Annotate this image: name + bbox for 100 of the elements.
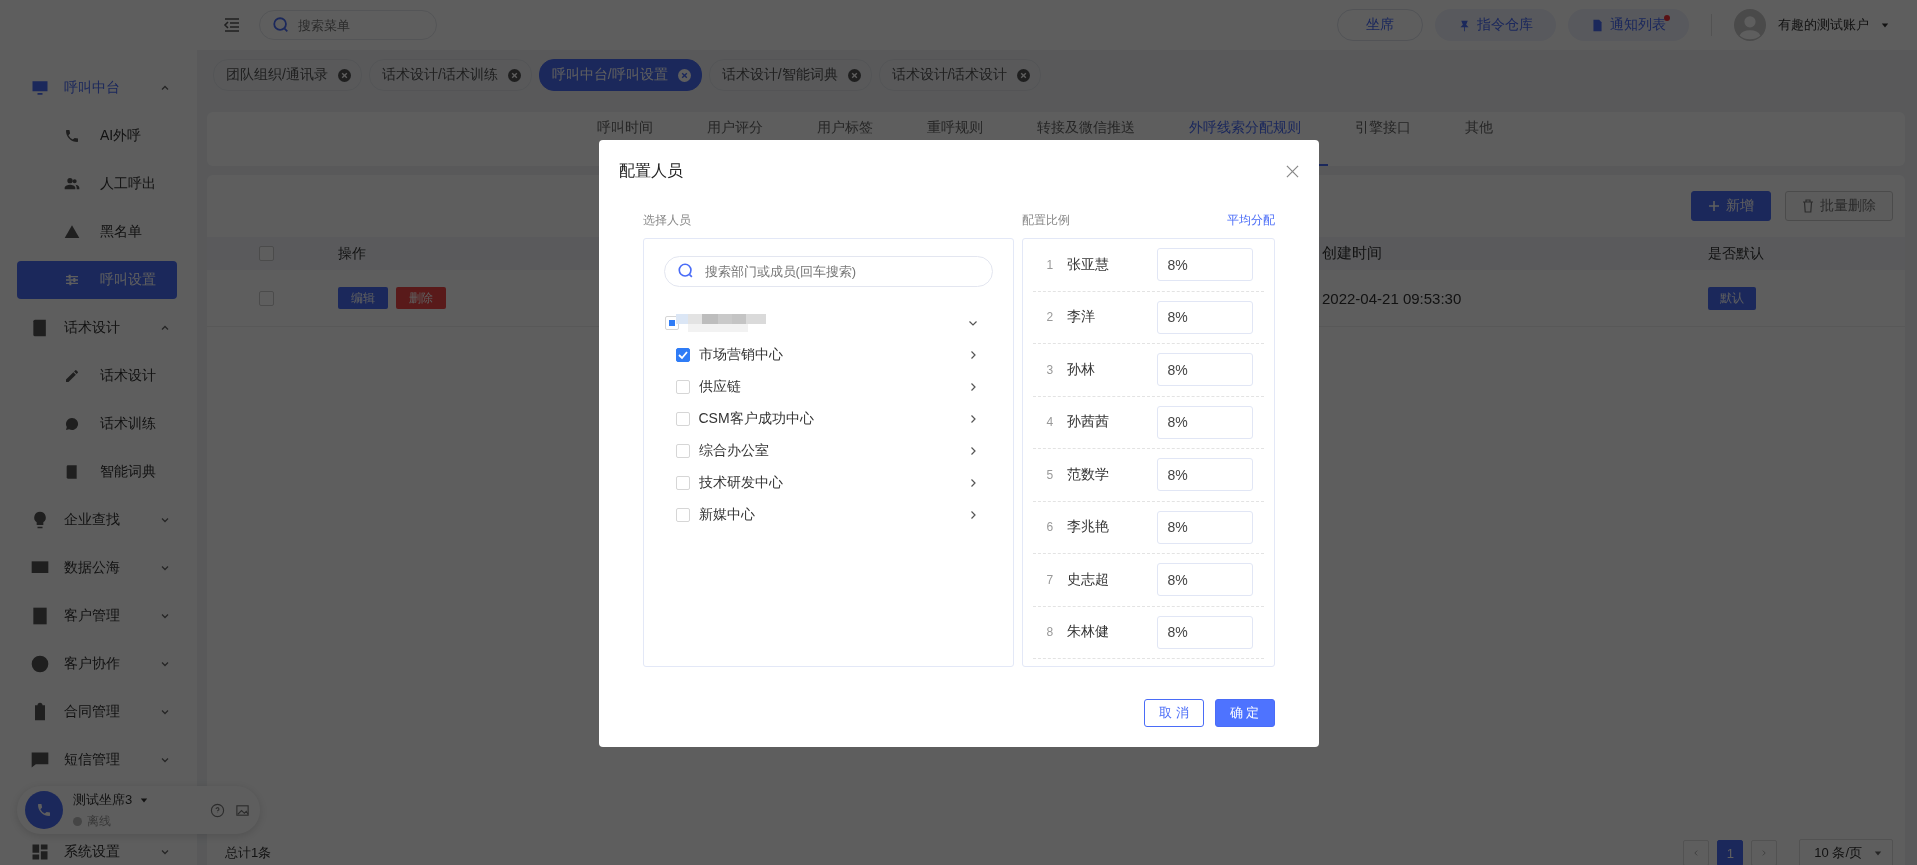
next-page-button[interactable]: [1751, 840, 1778, 865]
row-number: 3: [1045, 362, 1055, 377]
cancel-button[interactable]: 取 消: [1144, 699, 1204, 727]
close-icon[interactable]: [677, 68, 691, 82]
page-button[interactable]: 1: [1717, 840, 1744, 865]
sliders-icon: [64, 272, 80, 288]
close-icon[interactable]: [847, 68, 861, 82]
seat-name[interactable]: 测试坐席3: [73, 790, 133, 809]
member-name: 孙林: [1065, 360, 1096, 379]
ratio-input[interactable]: 8%: [1156, 248, 1253, 282]
caret-icon: [1881, 21, 1889, 29]
member-name: 范数学: [1065, 465, 1110, 484]
row-number: 1: [1045, 257, 1055, 272]
phone-button[interactable]: [25, 791, 63, 829]
warning-icon: [64, 224, 80, 240]
confirm-button[interactable]: 确 定: [1214, 699, 1275, 727]
table-cell-text: 2022-04-21 09:53:30: [1322, 289, 1463, 307]
row-number: 6: [1045, 520, 1055, 535]
department-name[interactable]: CSM客户成功中心: [698, 410, 958, 428]
page-tag[interactable]: 话术设计/话术设计: [878, 59, 1042, 91]
sidebar-item[interactable]: 人工呼出: [17, 160, 177, 208]
member-name: 孙茜茜: [1065, 413, 1110, 432]
chevron-right-icon: [1760, 849, 1769, 857]
row-number: 2: [1045, 310, 1055, 325]
book-icon: [64, 464, 80, 480]
monitor-icon: [30, 78, 50, 98]
plus-icon: [1708, 200, 1720, 212]
page-size-select[interactable]: 10 条/页: [1799, 839, 1893, 865]
sidebar-item[interactable]: 客户协作: [0, 640, 197, 688]
ratio-input[interactable]: 8%: [1156, 563, 1253, 597]
department-name[interactable]: 供应链: [698, 378, 958, 396]
grid-icon: [30, 842, 50, 862]
image-icon[interactable]: [235, 802, 250, 818]
caret-icon: [1874, 849, 1882, 857]
row-number: 5: [1045, 467, 1055, 482]
search-icon: [676, 262, 695, 280]
department-name[interactable]: 新媒中心: [698, 506, 958, 524]
user-name[interactable]: 有趣的测试账户: [1778, 16, 1869, 34]
ratio-input[interactable]: 8%: [1156, 353, 1253, 387]
ratio-input[interactable]: 8%: [1156, 615, 1253, 649]
header-button[interactable]: 指令仓库: [1435, 9, 1556, 41]
section-label: 选择人员: [642, 211, 691, 229]
row-number: 8: [1045, 625, 1055, 640]
chat-icon: [64, 416, 80, 432]
phone-icon: [36, 802, 52, 818]
sidebar-item[interactable]: AI外呼: [17, 112, 177, 160]
add-button[interactable]: 新增: [1691, 191, 1771, 221]
ratio-input[interactable]: 8%: [1156, 300, 1253, 334]
row-number: 4: [1045, 415, 1055, 430]
menu-icon[interactable]: [223, 17, 241, 33]
average-link[interactable]: 平均分配: [1226, 211, 1275, 229]
previous-page-button[interactable]: [1683, 840, 1710, 865]
sidebar-item[interactable]: 合同管理: [0, 688, 197, 736]
sidebar-item[interactable]: 话术训练: [17, 400, 177, 448]
department-name[interactable]: 市场营销中心: [698, 346, 958, 364]
check-icon: [676, 349, 689, 361]
column-header: 创建时间: [1322, 244, 1383, 263]
default-badge: 默认: [1708, 286, 1756, 310]
sidebar-item[interactable]: 客户管理: [0, 592, 197, 640]
phone-icon: [64, 128, 80, 144]
sidebar-item[interactable]: 话术设计: [17, 352, 177, 400]
dialog-title: 配置人员: [618, 160, 683, 181]
department-name[interactable]: 综合办公室: [698, 442, 958, 460]
sidebar-item[interactable]: 企业查找: [0, 496, 197, 544]
ratio-input[interactable]: 8%: [1156, 405, 1253, 439]
tree-checkbox[interactable]: [675, 348, 690, 362]
sidebar-item[interactable]: 数据公海: [0, 544, 197, 592]
close-icon[interactable]: [1017, 68, 1031, 82]
sidebar-item[interactable]: 智能词典: [17, 448, 177, 496]
member-search-field[interactable]: 搜索部门或成员(回车搜索): [663, 256, 993, 287]
document-icon: [1591, 18, 1604, 32]
chat-icon: [30, 750, 50, 770]
ratio-input[interactable]: 8%: [1156, 510, 1253, 544]
sidebar-item[interactable]: 呼叫中台: [0, 64, 197, 112]
close-icon[interactable]: [337, 68, 351, 82]
member-name: 李兆艳: [1065, 518, 1110, 537]
sidebar-item[interactable]: 系统设置: [0, 840, 197, 864]
member-name: 李洋: [1065, 308, 1096, 327]
trash-icon: [1802, 199, 1814, 213]
sidebar-item[interactable]: 黑名单: [17, 208, 177, 256]
sidebar-item[interactable]: 短信管理: [0, 736, 197, 784]
member-name: 张亚慧: [1065, 255, 1110, 274]
pencil-icon: [64, 368, 80, 384]
total-count: 总计1条: [225, 844, 272, 862]
page-tag[interactable]: 话术设计/话术训练: [368, 59, 532, 91]
ratio-input[interactable]: 8%: [1156, 458, 1253, 492]
people-icon: [64, 176, 80, 192]
caret-icon: [140, 795, 149, 804]
header-button[interactable]: 坐席: [1337, 9, 1423, 41]
column-header: 是否默认: [1708, 244, 1764, 263]
department-name[interactable]: 技术研发中心: [698, 474, 958, 492]
help-icon[interactable]: [210, 802, 225, 818]
pin-icon: [1458, 18, 1471, 32]
sidebar-item[interactable]: 话术设计: [0, 304, 197, 352]
header-button[interactable]: 通知列表: [1568, 9, 1689, 41]
member-name: 史志超: [1065, 570, 1110, 589]
close-icon[interactable]: [1285, 164, 1299, 178]
column-header: 操作: [338, 244, 367, 263]
page-tag[interactable]: 团队组织/通讯录: [213, 59, 362, 91]
close-icon[interactable]: [507, 68, 521, 82]
